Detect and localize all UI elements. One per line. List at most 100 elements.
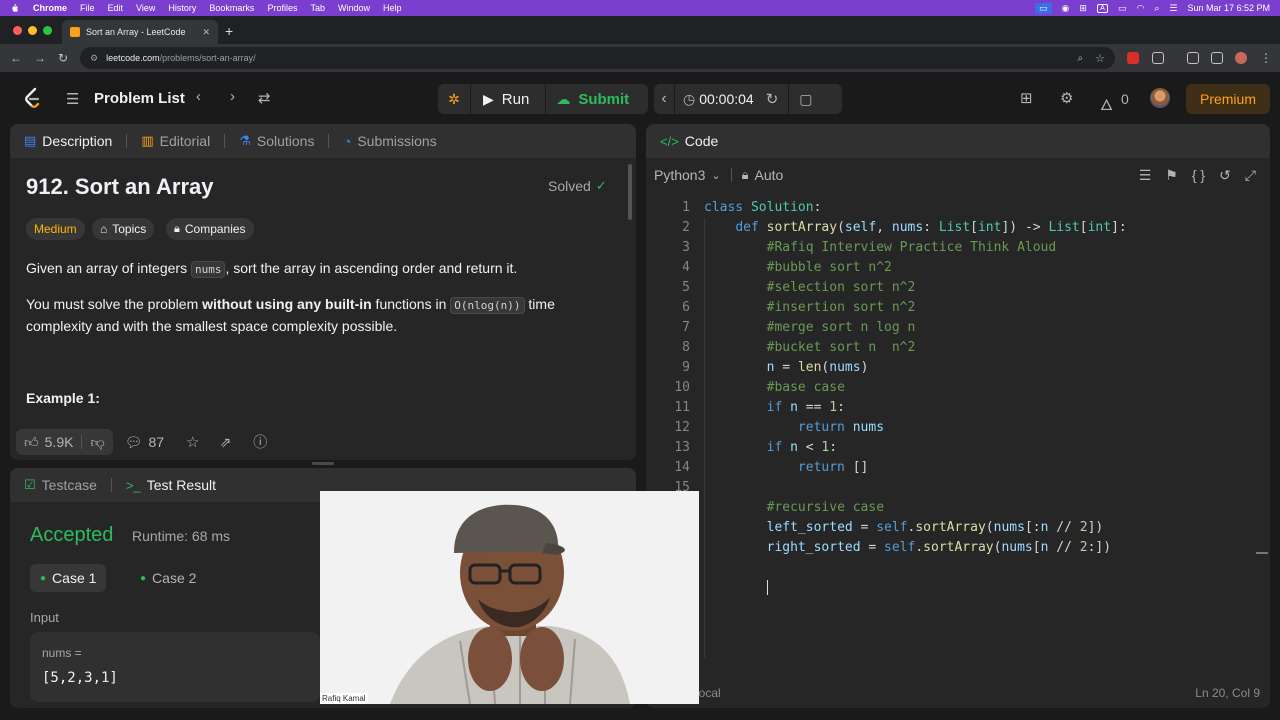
menu-profiles[interactable]: Profiles bbox=[267, 3, 297, 13]
problem-list-link[interactable]: Problem List bbox=[94, 90, 185, 107]
code-editor[interactable]: class Solution: def sortArray(self, nums… bbox=[704, 198, 1127, 598]
thumbs-up-icon[interactable]: 👍︎ bbox=[24, 434, 39, 451]
site-info-icon[interactable]: ⚙ bbox=[90, 53, 98, 64]
comment-count[interactable]: 87 bbox=[148, 434, 164, 450]
submit-button[interactable]: Submit bbox=[578, 91, 629, 108]
url-bar[interactable]: ⚙ leetcode.com /problems/sort-an-array/ … bbox=[80, 47, 1115, 69]
shuffle-icon[interactable]: ⇄ bbox=[258, 89, 271, 107]
menu-file[interactable]: File bbox=[80, 3, 95, 13]
statement-paragraph-2: You must solve the problem without using… bbox=[26, 296, 555, 334]
forward-icon[interactable]: → bbox=[34, 51, 46, 65]
comment-icon[interactable]: 💬︎ bbox=[125, 434, 143, 451]
window-zoom-icon[interactable] bbox=[43, 26, 52, 35]
case-2-button[interactable]: ● Case 2 bbox=[130, 564, 206, 592]
tab-description-label: Description bbox=[42, 133, 113, 149]
menu-app-name[interactable]: Chrome bbox=[33, 3, 67, 13]
chevron-down-icon[interactable]: ⌄ bbox=[711, 169, 720, 182]
case-1-button[interactable]: ● Case 1 bbox=[30, 564, 107, 592]
media-control-icon[interactable] bbox=[1187, 52, 1199, 64]
menu-tab[interactable]: Tab bbox=[310, 3, 325, 13]
premium-button[interactable]: Premium bbox=[1186, 84, 1270, 114]
thumbs-down-icon[interactable]: 👎︎ bbox=[90, 434, 104, 451]
zoom-icon[interactable]: ⌕ bbox=[1078, 53, 1084, 64]
layout-grid-icon[interactable]: ⊞ bbox=[1020, 89, 1033, 107]
menu-edit[interactable]: Edit bbox=[108, 3, 124, 13]
side-panel-icon[interactable] bbox=[1211, 52, 1223, 64]
wifi-icon[interactable]: ◠ bbox=[1136, 3, 1144, 14]
streak-count[interactable]: 0 bbox=[1121, 91, 1129, 107]
run-button[interactable]: Run bbox=[502, 91, 530, 108]
tab-solutions[interactable]: ⚗ Solutions bbox=[239, 133, 314, 149]
auto-mode-label[interactable]: Auto bbox=[755, 167, 784, 183]
prev-problem-icon[interactable]: ‹ bbox=[196, 88, 201, 105]
format-code-icon[interactable]: ☰ bbox=[1139, 167, 1152, 184]
back-icon[interactable]: ← bbox=[10, 51, 22, 65]
control-toggle-icon[interactable]: ☰ bbox=[1169, 3, 1177, 14]
language-select[interactable]: Python3 bbox=[654, 167, 705, 183]
settings-gear-icon[interactable]: ⚙ bbox=[1060, 89, 1073, 107]
submit-cloud-icon[interactable]: ☁ bbox=[556, 91, 570, 108]
debug-icon[interactable]: ✲ bbox=[438, 91, 470, 108]
control-center-icon[interactable]: ⊞ bbox=[1079, 3, 1087, 14]
bookmark-icon[interactable]: ⚑ bbox=[1165, 167, 1178, 184]
topics-badge[interactable]: ⌂ Topics bbox=[92, 218, 155, 240]
apple-icon[interactable] bbox=[10, 3, 19, 13]
leetcode-logo-icon[interactable] bbox=[22, 87, 42, 109]
bookmark-star-icon[interactable]: ☆ bbox=[1095, 52, 1105, 65]
menu-bookmarks[interactable]: Bookmarks bbox=[209, 3, 254, 13]
battery-icon[interactable]: ▭ bbox=[1118, 3, 1127, 14]
extension-red-icon[interactable] bbox=[1127, 52, 1139, 64]
solved-check-icon: ✓ bbox=[595, 178, 607, 193]
notes-icon[interactable]: ▢ bbox=[799, 91, 812, 108]
screen-share-icon[interactable]: ▭ bbox=[1035, 2, 1052, 14]
stopwatch-icon[interactable]: ◷ bbox=[683, 91, 695, 108]
favorite-star-icon[interactable]: ☆ bbox=[186, 433, 199, 451]
reset-code-icon[interactable]: ↺ bbox=[1219, 167, 1231, 184]
timer-display[interactable]: 00:00:04 bbox=[699, 91, 754, 107]
spotlight-icon[interactable]: ⌕ bbox=[1154, 3, 1159, 14]
presenter-name-label: Rafiq Kamal bbox=[320, 693, 368, 704]
reload-icon[interactable]: ↻ bbox=[58, 51, 68, 65]
tab-submissions[interactable]: ◔ Submissions bbox=[343, 133, 436, 149]
menubar-clock[interactable]: Sun Mar 17 6:52 PM bbox=[1187, 3, 1270, 13]
tab-title: Sort an Array - LeetCode bbox=[86, 27, 186, 37]
tab-close-icon[interactable]: ✕ bbox=[202, 27, 210, 38]
tab-testcase[interactable]: ☑ Testcase bbox=[24, 477, 97, 493]
menu-view[interactable]: View bbox=[136, 3, 155, 13]
user-avatar[interactable] bbox=[1150, 88, 1170, 108]
description-scrollbar[interactable] bbox=[628, 164, 632, 220]
help-icon[interactable]: ⓘ bbox=[253, 432, 267, 452]
window-close-icon[interactable] bbox=[13, 26, 22, 35]
profile-avatar-icon[interactable] bbox=[1235, 52, 1247, 64]
timer-reset-icon[interactable]: ↻ bbox=[766, 90, 779, 108]
tab-description[interactable]: ▤ Description bbox=[24, 133, 112, 149]
like-count[interactable]: 5.9K bbox=[45, 434, 74, 450]
menu-history[interactable]: History bbox=[168, 3, 196, 13]
input-box: nums = [5,2,3,1] bbox=[30, 632, 320, 702]
run-play-icon[interactable]: ▶ bbox=[483, 91, 494, 108]
panel-resize-handle[interactable] bbox=[312, 462, 334, 465]
streak-fire-icon[interactable]: 🜂 bbox=[1100, 88, 1113, 119]
browser-tab[interactable]: Sort an Array - LeetCode ✕ bbox=[62, 20, 218, 44]
braces-icon[interactable]: { } bbox=[1192, 167, 1205, 183]
menu-help[interactable]: Help bbox=[383, 3, 402, 13]
window-minimize-icon[interactable] bbox=[28, 26, 37, 35]
leetcode-header: ☰ Problem List ‹ › ⇄ ✲ ▶ Run ☁ Submit ‹ … bbox=[0, 72, 1280, 124]
timer-collapse-icon[interactable]: ‹ bbox=[654, 90, 674, 108]
solutions-flask-icon: ⚗ bbox=[239, 133, 251, 148]
record-icon[interactable]: ◉ bbox=[1062, 3, 1070, 14]
browser-menu-icon[interactable]: ⋮ bbox=[1260, 51, 1272, 65]
companies-badge[interactable]: 🔒︎ Companies bbox=[166, 218, 254, 240]
line-numbers: 1 2 3 4 5 6 7 8 9 10 11 12 13 14 15 bbox=[674, 200, 690, 495]
input-source-indicator[interactable]: A bbox=[1096, 3, 1108, 13]
share-icon[interactable]: ⇗ bbox=[219, 434, 231, 451]
solved-label: Solved bbox=[548, 178, 591, 194]
new-tab-button[interactable]: + bbox=[225, 23, 233, 39]
next-problem-icon[interactable]: › bbox=[230, 88, 235, 105]
fullscreen-icon[interactable]: ⤢ bbox=[1245, 167, 1256, 184]
tab-editorial[interactable]: ▥ Editorial bbox=[141, 133, 210, 149]
problem-list-icon[interactable]: ☰ bbox=[66, 90, 79, 108]
menu-window[interactable]: Window bbox=[338, 3, 370, 13]
extensions-puzzle-icon[interactable] bbox=[1152, 52, 1164, 64]
tab-test-result[interactable]: >_ Test Result bbox=[126, 477, 216, 493]
